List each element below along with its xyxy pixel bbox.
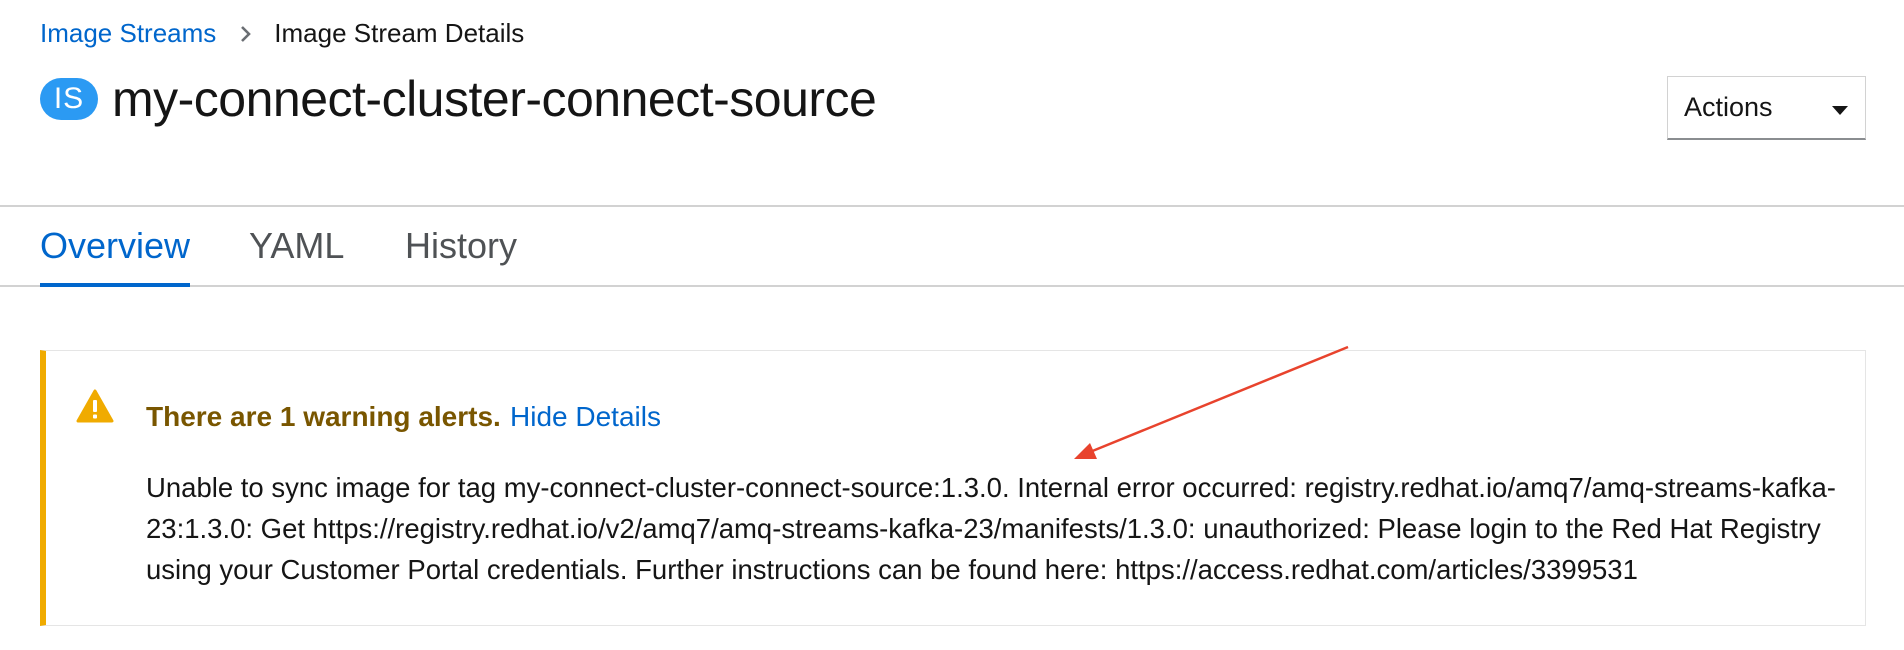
- warning-triangle-icon: [76, 389, 114, 428]
- hide-details-link[interactable]: Hide Details: [510, 401, 661, 433]
- breadcrumb-link-image-streams[interactable]: Image Streams: [40, 18, 216, 49]
- alert-title: There are 1 warning alerts.: [146, 401, 501, 432]
- breadcrumb-current: Image Stream Details: [274, 18, 525, 48]
- active-tab-indicator: [40, 283, 190, 287]
- actions-label: Actions: [1684, 92, 1773, 122]
- alert-message: Unable to sync image for tag my-connect-…: [146, 472, 1836, 585]
- tab-bar: Overview YAML History: [0, 207, 1904, 287]
- warning-alert: There are 1 warning alerts. Hide Details…: [40, 350, 1866, 626]
- chevron-right-icon: [240, 25, 252, 43]
- page-title: my-connect-cluster-connect-source: [112, 71, 877, 127]
- breadcrumb: Image Streams Image Stream Details: [40, 18, 524, 49]
- resource-badge: IS: [40, 78, 98, 120]
- tab-history[interactable]: History: [405, 225, 517, 267]
- tab-overview[interactable]: Overview: [40, 225, 190, 267]
- actions-dropdown[interactable]: Actions: [1667, 76, 1866, 140]
- caret-down-icon: [1831, 92, 1849, 123]
- tab-yaml[interactable]: YAML: [249, 225, 344, 267]
- page-heading: IS my-connect-cluster-connect-source: [40, 70, 877, 128]
